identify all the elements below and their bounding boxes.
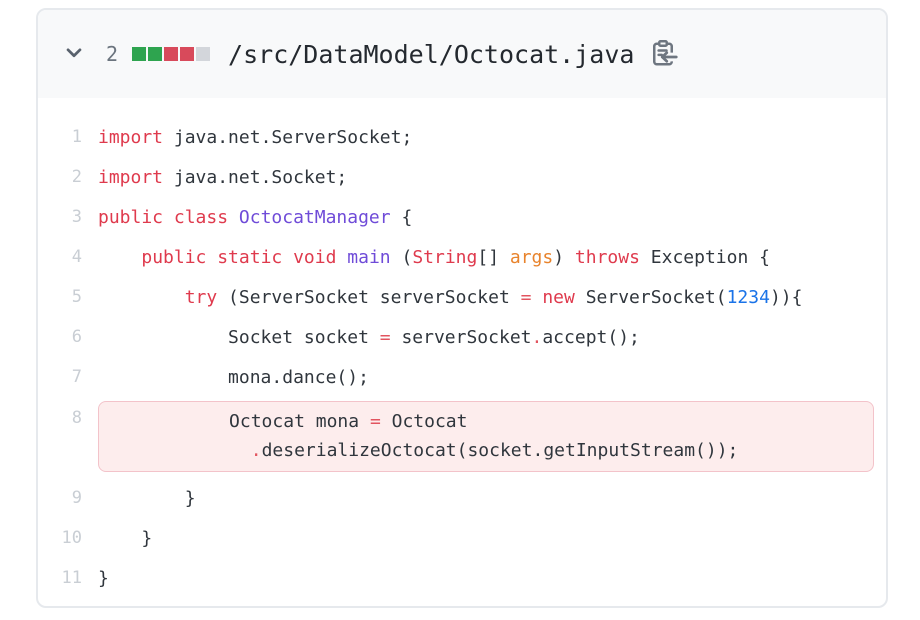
code-line: 10 } xyxy=(38,518,886,558)
code-token: = xyxy=(370,411,381,432)
file-header: 2 /src/DataModel/Octocat.java xyxy=(38,10,886,98)
code-token xyxy=(336,247,347,268)
code-token xyxy=(98,247,141,268)
line-number: 4 xyxy=(38,247,82,267)
code-line: 1 import java.net.ServerSocket; xyxy=(38,117,886,157)
code-token: = xyxy=(380,327,391,348)
line-number: 3 xyxy=(38,207,82,227)
line-number: 7 xyxy=(38,367,82,387)
code-token xyxy=(532,287,543,308)
code-token: . xyxy=(251,440,262,461)
clipboard-paste-icon xyxy=(648,38,678,71)
diff-block xyxy=(180,47,194,61)
code-token: public class xyxy=(98,207,228,228)
code-token: )){ xyxy=(770,287,803,308)
line-number: 2 xyxy=(38,167,82,187)
code-text: import java.net.Socket; xyxy=(98,167,347,188)
page-root: { "header": { "collapse_icon": "chevron-… xyxy=(0,0,920,620)
diff-blocks xyxy=(132,47,210,61)
line-number: 8 xyxy=(38,401,82,428)
diff-block xyxy=(132,47,146,61)
code-token: Octocat mona xyxy=(99,411,370,432)
line-number: 6 xyxy=(38,327,82,347)
code-line: 5 try (ServerSocket serverSocket = new S… xyxy=(38,277,886,317)
code-token: ) xyxy=(553,247,575,268)
code-line: 6 Socket socket = serverSocket.accept(); xyxy=(38,317,886,357)
code-token: java.net.Socket; xyxy=(163,167,347,188)
code-text: } xyxy=(98,528,152,549)
code-token: Octocat xyxy=(381,411,468,432)
line-number: 9 xyxy=(38,488,82,508)
code-text: Socket socket = serverSocket.accept(); xyxy=(98,327,640,348)
diff-block xyxy=(164,47,178,61)
code-token xyxy=(228,207,239,228)
chevron-down-icon xyxy=(63,42,85,67)
code-token: Socket socket xyxy=(98,327,380,348)
code-text: mona.dance(); xyxy=(98,367,369,388)
line-number: 5 xyxy=(38,287,82,307)
code-line: 8 Octocat mona = Octocat .deserializeOct… xyxy=(38,401,886,472)
code-token: (ServerSocket serverSocket xyxy=(217,287,520,308)
code-token: Exception { xyxy=(640,247,770,268)
code-token: OctocatManager xyxy=(239,207,391,228)
code-line: 11} xyxy=(38,558,886,598)
code-text: import java.net.ServerSocket; xyxy=(98,127,412,148)
code-token: try xyxy=(185,287,218,308)
code-token: args xyxy=(510,247,553,268)
code-text: public class OctocatManager { xyxy=(98,207,412,228)
code-text: } xyxy=(98,568,109,589)
code-line: 7 mona.dance(); xyxy=(38,357,886,397)
code-token: [] xyxy=(477,247,510,268)
code-token: ( xyxy=(391,247,413,268)
code-token: String xyxy=(412,247,477,268)
change-count: 2 xyxy=(106,42,118,66)
code-token: accept(); xyxy=(542,327,640,348)
code-token: { xyxy=(391,207,413,228)
highlighted-code-box[interactable]: Octocat mona = Octocat .deserializeOctoc… xyxy=(98,401,874,472)
file-path: /src/DataModel/Octocat.java xyxy=(228,40,634,69)
copy-button[interactable] xyxy=(646,37,680,71)
code-token: } xyxy=(98,488,196,509)
code-token xyxy=(98,287,185,308)
code-token xyxy=(99,440,251,461)
code-panel: 1 import java.net.ServerSocket; 2 import ja… xyxy=(38,98,886,598)
code-token: java.net.ServerSocket; xyxy=(163,127,412,148)
diff-block xyxy=(148,47,162,61)
code-line: 4 public static void main (String[] args… xyxy=(38,237,886,277)
line-number: 11 xyxy=(38,568,82,588)
code-text: Octocat mona = Octocat xyxy=(99,407,873,436)
code-token: mona.dance(); xyxy=(98,367,369,388)
code-token: } xyxy=(98,568,109,589)
code-token: deserializeOctocat(socket.getInputStream… xyxy=(262,440,739,461)
code-token: } xyxy=(98,528,152,549)
code-token: serverSocket xyxy=(391,327,532,348)
code-token: 1234 xyxy=(727,287,770,308)
code-token: import xyxy=(98,127,163,148)
code-token: throws xyxy=(575,247,640,268)
code-token: import xyxy=(98,167,163,188)
code-text: .deserializeOctocat(socket.getInputStrea… xyxy=(99,436,873,465)
code-token: public static void xyxy=(141,247,336,268)
code-line: 3 public class OctocatManager { xyxy=(38,197,886,237)
code-token: new xyxy=(542,287,575,308)
code-token: . xyxy=(532,327,543,348)
code-text: public static void main (String[] args) … xyxy=(98,247,770,268)
diff-block xyxy=(196,47,210,61)
code-line: 2 import java.net.Socket; xyxy=(38,157,886,197)
line-number: 1 xyxy=(38,127,82,147)
collapse-button[interactable] xyxy=(62,42,86,66)
code-text: try (ServerSocket serverSocket = new Ser… xyxy=(98,287,802,308)
code-token: ServerSocket( xyxy=(575,287,727,308)
code-token: = xyxy=(521,287,532,308)
line-number: 10 xyxy=(38,528,82,548)
code-line: 9 } xyxy=(38,478,886,518)
code-token: main xyxy=(347,247,390,268)
file-card: 2 /src/DataModel/Octocat.java 1 import ja… xyxy=(36,8,888,608)
code-text: } xyxy=(98,488,196,509)
